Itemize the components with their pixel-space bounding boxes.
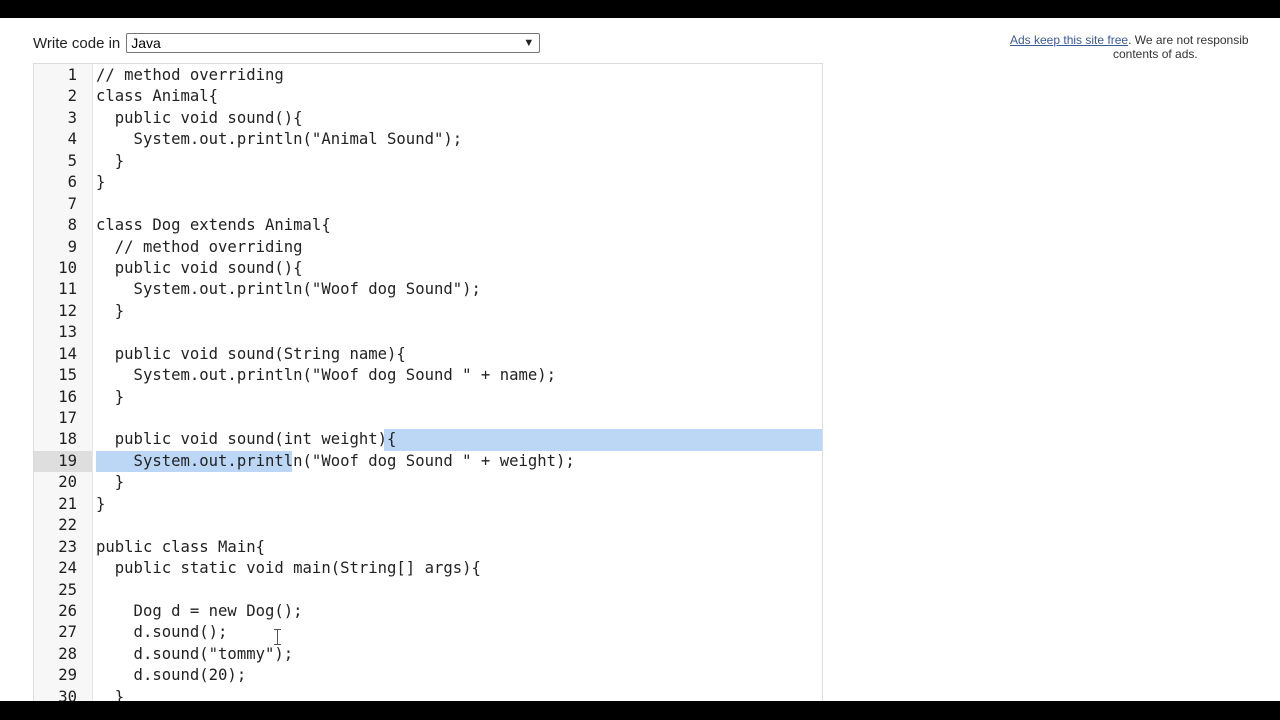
code-line[interactable]: 6} — [34, 172, 822, 193]
line-number: 22 — [58, 516, 77, 535]
code-line[interactable]: 21} — [34, 494, 822, 515]
selection-highlight — [384, 429, 822, 451]
code-text: // method overriding — [96, 237, 303, 256]
code-text: } — [96, 494, 106, 513]
code-text: Dog d = new Dog(); — [96, 601, 303, 620]
line-number: 19 — [34, 450, 92, 473]
code-text: public void sound(){ — [96, 258, 303, 277]
line-number: 2 — [67, 87, 77, 106]
line-number: 4 — [67, 130, 77, 149]
line-number: 13 — [58, 323, 77, 342]
code-line[interactable]: 17 — [34, 408, 822, 429]
code-line[interactable]: 2 class Animal{ — [34, 86, 822, 107]
code-line[interactable]: 7 — [34, 194, 822, 215]
line-number: 23 — [58, 537, 77, 556]
code-text: System.out.println("Woof dog Sound"); — [96, 280, 481, 299]
code-line[interactable]: 4 System.out.println("Animal Sound"); — [34, 129, 822, 150]
code-text: class Dog extends Animal{ — [96, 216, 331, 235]
code-text: d.sound(); — [96, 623, 228, 642]
line-number: 20 — [58, 473, 77, 492]
code-text: } — [96, 173, 106, 192]
code-line[interactable]: 5 } — [34, 151, 822, 172]
code-line[interactable]: 26 Dog d = new Dog(); — [34, 601, 822, 622]
line-number: 5 — [67, 151, 77, 170]
code-text: public void sound(String name){ — [96, 344, 406, 363]
code-line[interactable]: 24 public static void main(String[] args… — [34, 558, 822, 579]
ads-notice-text: . We are not responsib — [1128, 33, 1249, 47]
code-text: System.out.println("Woof dog Sound " + n… — [96, 366, 557, 385]
code-line[interactable]: 11 System.out.println("Woof dog Sound"); — [34, 279, 822, 300]
code-line[interactable]: 12 } — [34, 301, 822, 322]
code-text: // method overriding — [96, 66, 284, 84]
line-number: 11 — [58, 280, 77, 299]
code-text: public class Main{ — [96, 537, 265, 556]
line-number: 28 — [58, 644, 77, 663]
code-line[interactable]: 13 — [34, 322, 822, 343]
line-number: 29 — [58, 666, 77, 685]
chevron-down-icon: ▼ — [523, 37, 535, 49]
language-label: Write code in — [33, 34, 121, 52]
line-number: 9 — [67, 237, 77, 256]
code-text: } — [96, 387, 125, 406]
code-line[interactable]: 16 } — [34, 387, 822, 408]
code-text: d.sound("tommy"); — [96, 644, 294, 663]
code-line[interactable]: 15 System.out.println("Woof dog Sound " … — [34, 365, 822, 386]
code-line[interactable]: 19 System.out.println("Woof dog Sound " … — [34, 450, 822, 473]
code-line[interactable]: 10 public void sound(){ — [34, 258, 822, 279]
bottom-letterbox — [0, 701, 1280, 720]
code-line[interactable]: 3 public void sound(){ — [34, 108, 822, 129]
code-line[interactable]: 18 public void sound(int weight){ — [34, 429, 822, 451]
line-number: 10 — [58, 258, 77, 277]
code-line[interactable]: 28 d.sound("tommy"); — [34, 644, 822, 665]
line-number: 25 — [58, 580, 77, 599]
line-number: 1 — [67, 66, 77, 84]
code-text: } — [96, 301, 125, 320]
code-line[interactable]: 20 } — [34, 472, 822, 493]
line-number: 26 — [58, 601, 77, 620]
language-select-value: Java — [131, 35, 161, 51]
code-line[interactable]: 27 d.sound(); — [34, 622, 822, 643]
code-text: } — [96, 473, 125, 492]
line-number: 15 — [58, 366, 77, 385]
code-text: public void sound(int weight){ — [96, 430, 397, 449]
ads-link[interactable]: Ads keep this site free — [1010, 33, 1128, 47]
line-number: 18 — [58, 430, 77, 449]
line-number: 24 — [58, 559, 77, 578]
top-letterbox — [0, 0, 1280, 18]
line-number: 27 — [58, 623, 77, 642]
code-line[interactable]: 25 — [34, 580, 822, 601]
ads-notice: Ads keep this site free. We are not resp… — [1010, 33, 1249, 61]
line-number: 14 — [58, 344, 77, 363]
code-lines: 1 // method overriding 2 class Animal{ 3 pub… — [34, 65, 822, 704]
line-number: 16 — [58, 387, 77, 406]
line-number: 7 — [67, 194, 77, 213]
ads-notice-line2: contents of ads. — [1113, 47, 1198, 61]
line-number: 6 — [67, 173, 77, 192]
code-line[interactable]: 1 // method overriding — [34, 65, 822, 86]
code-line[interactable]: 22 — [34, 515, 822, 536]
line-number: 17 — [58, 409, 77, 427]
text-cursor-icon — [274, 629, 281, 645]
code-line[interactable]: 8 class Dog extends Animal{ — [34, 215, 822, 236]
line-number: 12 — [58, 301, 77, 320]
code-line[interactable]: 9 // method overriding — [34, 237, 822, 258]
code-line[interactable]: 29 d.sound(20); — [34, 665, 822, 686]
code-text: d.sound(20); — [96, 666, 247, 685]
code-editor[interactable]: 1 // method overriding 2 class Animal{ 3 pub… — [33, 63, 823, 704]
code-line[interactable]: 23 public class Main{ — [34, 537, 822, 558]
code-text: } — [96, 151, 125, 170]
code-text: System.out.println("Woof dog Sound " + w… — [96, 451, 575, 470]
line-number: 8 — [67, 216, 77, 235]
line-number: 21 — [58, 494, 77, 513]
code-text: public void sound(){ — [96, 108, 303, 127]
code-line[interactable]: 14 public void sound(String name){ — [34, 344, 822, 365]
code-text: System.out.println("Animal Sound"); — [96, 130, 463, 149]
code-text: class Animal{ — [96, 87, 219, 106]
language-select[interactable]: Java ▼ — [126, 33, 541, 53]
code-text: public static void main(String[] args){ — [96, 559, 481, 578]
language-toolbar: Write code in Java ▼ — [33, 32, 541, 54]
line-number: 3 — [67, 108, 77, 127]
